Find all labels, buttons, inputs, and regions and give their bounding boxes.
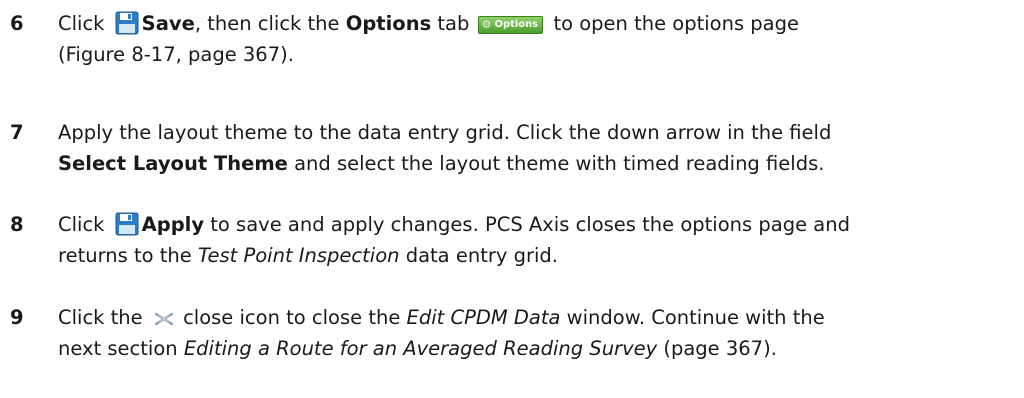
step-line: Click Apply to save and apply changes. P… xyxy=(58,212,850,236)
step-line: Click the close icon to close the Edit C… xyxy=(58,306,825,329)
close-icon xyxy=(154,312,174,326)
options-tab[interactable]: ⚙ Options xyxy=(477,16,544,34)
step-line: (Figure 8-17, page 367). xyxy=(58,43,294,66)
section-name: Editing a Route for an Averaged Reading … xyxy=(183,337,658,360)
save-label: Save xyxy=(141,12,195,35)
step-text: Click Apply to save and apply changes. P… xyxy=(58,209,1013,271)
step-line: next section Editing a Route for an Aver… xyxy=(58,337,777,360)
step-line: Select Layout Theme and select the layou… xyxy=(58,152,825,175)
options-label: Options xyxy=(345,12,432,35)
step-number: 7 xyxy=(10,121,24,144)
gear-icon: ⚙ xyxy=(481,18,492,31)
step-number: 9 xyxy=(10,306,24,329)
floppy-disk-icon xyxy=(115,212,139,236)
apply-label: Apply xyxy=(141,213,205,236)
step-number: 8 xyxy=(10,213,24,236)
step-line: Apply the layout theme to the data entry… xyxy=(58,121,832,144)
select-layout-theme-label: Select Layout Theme xyxy=(58,152,288,175)
step-text: Click the close icon to close the Edit C… xyxy=(58,302,1013,364)
floppy-disk-icon xyxy=(115,11,139,35)
step-number: 6 xyxy=(10,12,24,35)
step-text: Apply the layout theme to the data entry… xyxy=(58,117,1013,179)
step-line: returns to the Test Point Inspection dat… xyxy=(58,244,558,267)
step-text: Click Save, then click the Options tab ⚙… xyxy=(58,8,1013,70)
grid-name: Test Point Inspection xyxy=(197,244,400,267)
step-line: Click Save, then click the Options tab ⚙… xyxy=(58,11,800,35)
window-name: Edit CPDM Data xyxy=(406,306,561,329)
